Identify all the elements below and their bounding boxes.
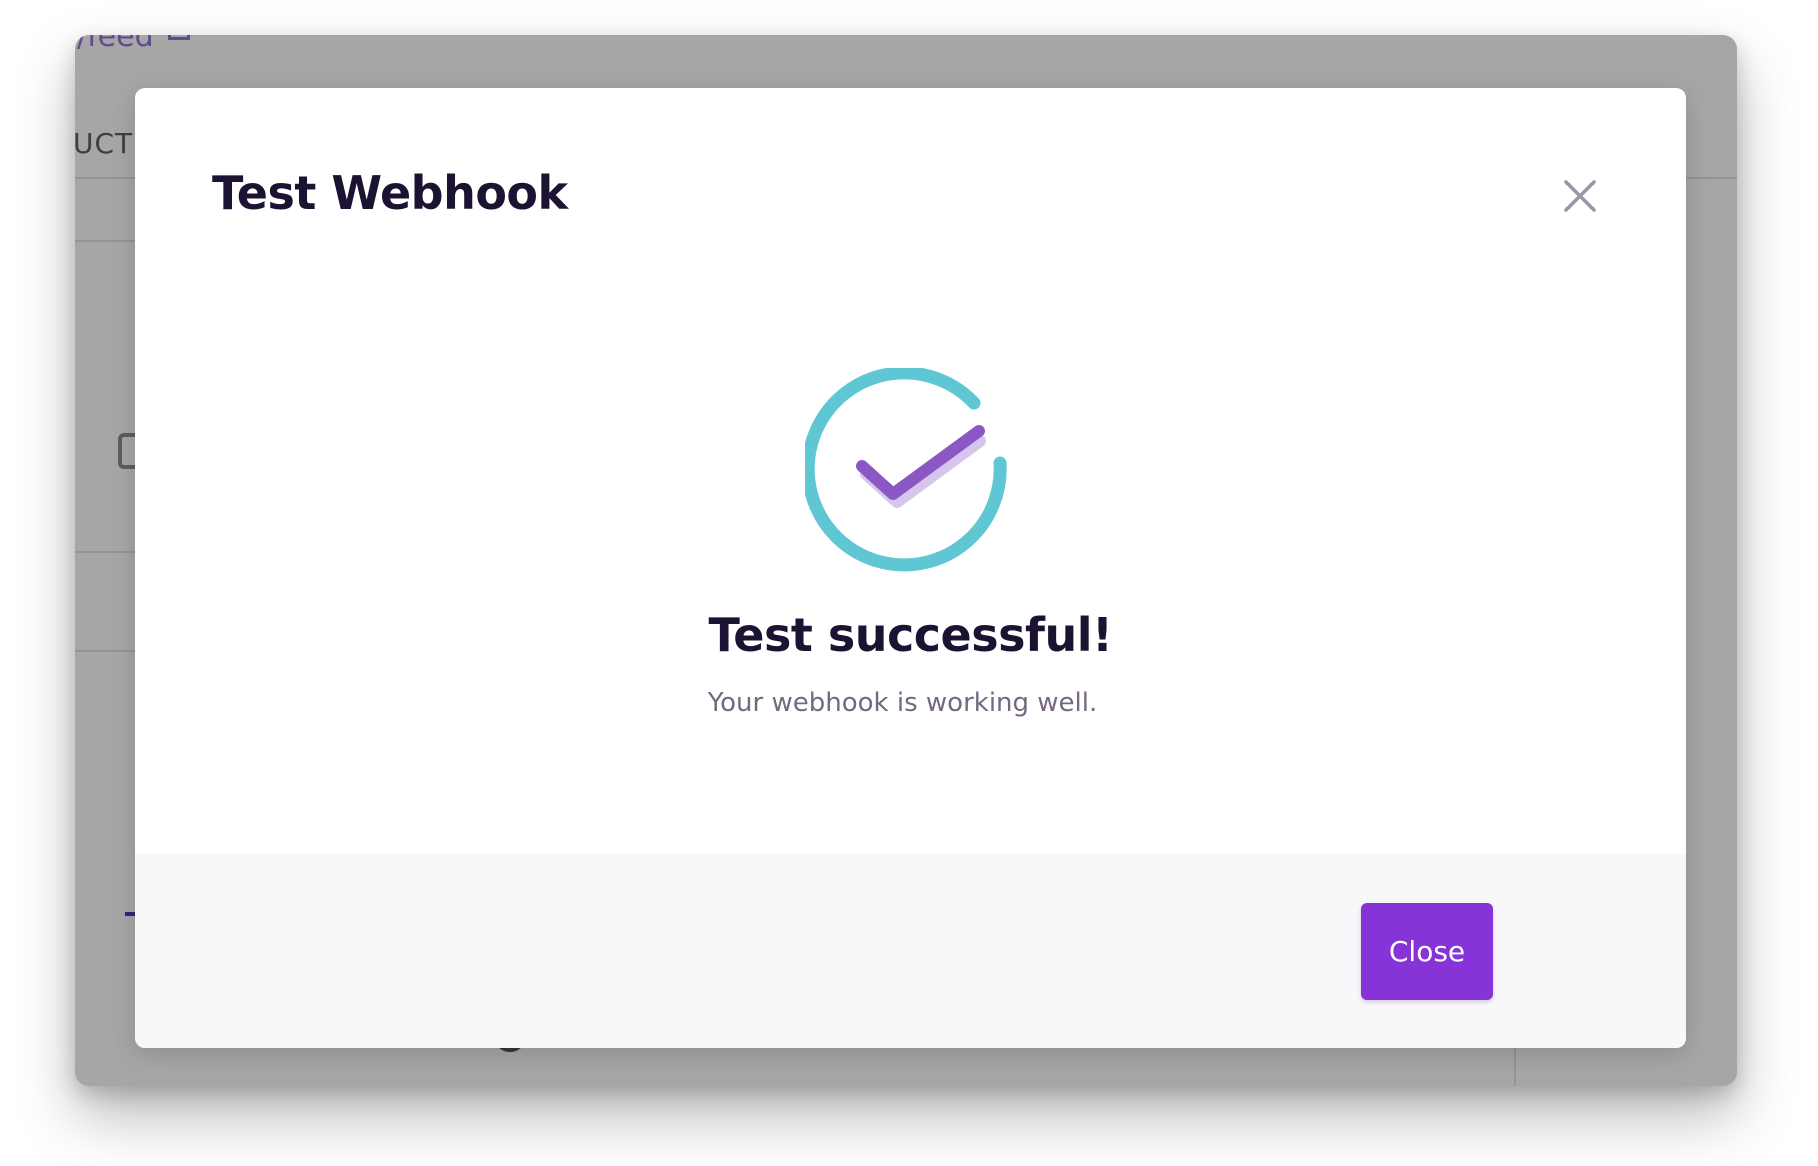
external-link-icon [167,35,190,40]
close-button[interactable]: Close [1361,903,1493,1000]
modal-title: Test Webhook [212,166,568,220]
success-message: Your webhook is working well. [707,688,1098,718]
background-feed-link: /feed [77,35,190,54]
background-divider [75,650,137,652]
check-circle-icon [805,368,1017,580]
background-divider [75,240,137,242]
background-divider [75,551,137,553]
background-column-divider [1514,1048,1516,1086]
close-icon[interactable] [1558,174,1602,218]
success-heading: Test successful! [708,608,1113,662]
